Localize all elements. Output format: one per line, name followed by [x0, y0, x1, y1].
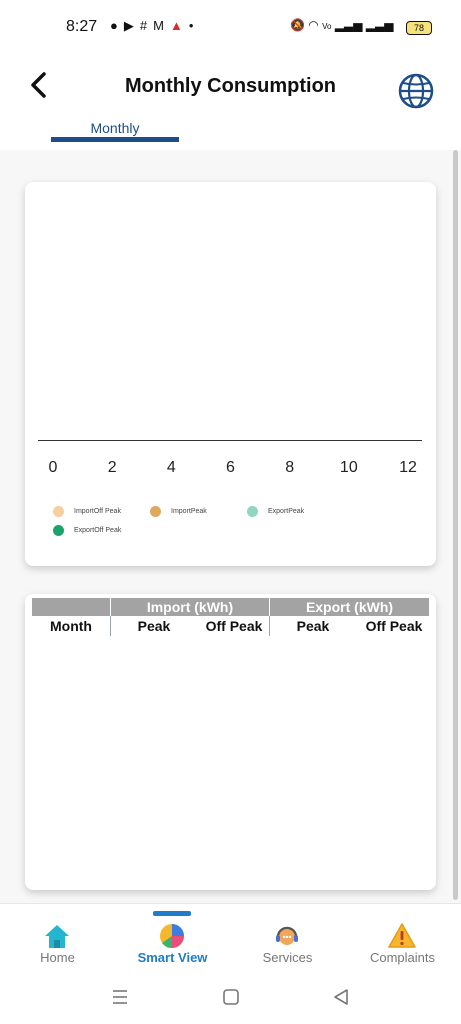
back-triangle-icon[interactable] [332, 988, 350, 1006]
youtube-icon: ▶ [123, 18, 140, 33]
tab-bar: Monthly [0, 120, 461, 150]
system-icons: 🔕 ◠ Vo ▂▃▅ ▂▃▅ [290, 18, 394, 32]
pie-chart-icon [160, 924, 184, 949]
nav-services[interactable]: Services [230, 904, 345, 974]
volte-icon: Vo [322, 22, 332, 31]
status-bar: 8:27 ●▶#M▲• 🔕 ◠ Vo ▂▃▅ ▂▃▅ 78 [0, 0, 461, 56]
x-tick-label: 8 [285, 459, 295, 476]
col-header-import-peak: Peak [137, 618, 171, 634]
table-group-header: Import (kWh) Export (kWh) [32, 598, 429, 616]
nav-label: Services [262, 950, 313, 965]
legend-label: ImportOff Peak [74, 508, 121, 515]
col-separator [110, 616, 111, 636]
legend-dot [150, 506, 161, 517]
x-axis-line [38, 440, 422, 441]
legend-item-import-peak: ImportPeak [150, 506, 207, 517]
consumption-chart-card: 0 2 4 6 8 10 12 ImportOff Peak ImportPeak Expo… [25, 182, 436, 566]
status-time: 8:27 [66, 18, 98, 35]
signal-icon: ▂▃▅ [334, 18, 363, 32]
x-tick-label: 4 [166, 459, 176, 476]
col-header-month: Month [50, 618, 92, 634]
dot-icon: • [188, 18, 200, 33]
language-button[interactable] [397, 72, 435, 110]
legend-dot [53, 525, 64, 536]
system-navigation-bar [0, 973, 461, 1024]
chat-icon: ● [110, 18, 124, 33]
nav-arrow-icon: ▲ [169, 18, 189, 33]
x-tick-label: 2 [107, 459, 117, 476]
import-group-header: Import (kWh) [146, 599, 234, 615]
notification-icons: ●▶#M▲• [110, 18, 199, 34]
col-header-export-peak: Peak [296, 618, 330, 634]
nav-home[interactable]: Home [0, 904, 115, 974]
legend-label: ImportPeak [171, 508, 207, 515]
battery-indicator: 78 [406, 21, 432, 35]
signal-icon: ▂▃▅ [365, 18, 394, 32]
legend-item-export-peak: ExportPeak [247, 506, 304, 517]
legend-dot [247, 506, 258, 517]
home-icon [45, 925, 69, 948]
nav-active-indicator [153, 911, 191, 916]
x-tick-label: 10 [339, 459, 358, 476]
home-square-icon[interactable] [222, 988, 240, 1006]
nav-smart-view[interactable]: Smart View [115, 904, 230, 974]
gmail-icon: M [153, 18, 170, 33]
legend-item-import-off-peak: ImportOff Peak [53, 506, 121, 517]
x-tick-label: 0 [48, 459, 58, 476]
nav-complaints[interactable]: Complaints [345, 904, 460, 974]
tab-active-indicator [51, 137, 179, 142]
nav-label: Home [40, 950, 75, 965]
x-tick-label: 6 [226, 459, 235, 476]
globe-icon [398, 73, 434, 109]
legend-label: ExportOff Peak [74, 527, 122, 534]
export-group-header: Export (kWh) [305, 599, 394, 615]
nav-label: Smart View [137, 950, 208, 965]
warning-icon [388, 923, 416, 948]
col-separator [269, 616, 270, 636]
x-tick-label: 12 [399, 459, 417, 476]
bottom-navigation: Home Smart View Services Complaints [0, 903, 461, 974]
legend-dot [53, 506, 64, 517]
col-header-export-off-peak: Off Peak [365, 618, 423, 634]
consumption-table-card: Import (kWh) Export (kWh) Month Peak Off… [25, 594, 436, 890]
col-header-import-off-peak: Off Peak [205, 618, 263, 634]
nav-label: Complaints [369, 950, 436, 965]
legend-item-export-off-peak: ExportOff Peak [53, 525, 121, 536]
page-scrollbar[interactable] [453, 150, 458, 900]
wifi-icon: ◠ [308, 18, 319, 32]
hashtag-icon: # [139, 18, 154, 33]
app-header: Monthly Consumption [0, 56, 461, 120]
page-title: Monthly Consumption [124, 75, 337, 97]
mute-icon: 🔕 [290, 18, 305, 32]
legend-label: ExportPeak [268, 508, 305, 515]
menu-icon[interactable] [111, 988, 129, 1006]
support-agent-icon [276, 926, 298, 945]
